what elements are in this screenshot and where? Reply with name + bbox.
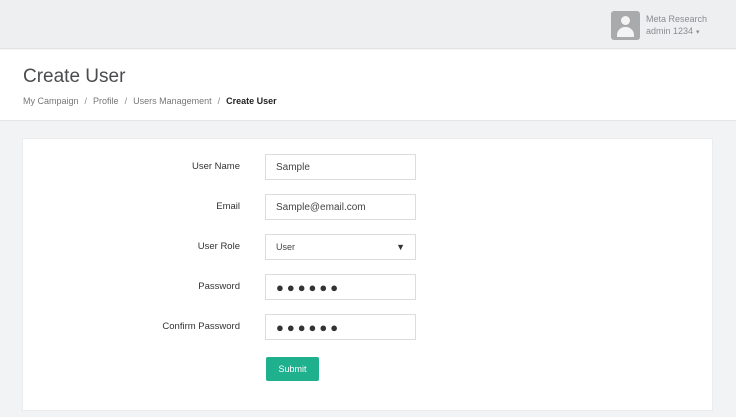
- breadcrumb-current: Create User: [226, 96, 277, 106]
- password-input[interactable]: ●●●●●●: [265, 274, 416, 300]
- username-row: User Name: [23, 154, 712, 180]
- password-label: Password: [198, 281, 240, 292]
- confirm-password-label: Confirm Password: [162, 321, 240, 332]
- confirm-password-row: Confirm Password ●●●●●●: [23, 314, 712, 340]
- caret-down-icon: ▾: [696, 28, 700, 36]
- breadcrumb-separator: /: [124, 96, 128, 106]
- page-title: Create User: [23, 66, 126, 87]
- submit-button[interactable]: Submit: [266, 357, 319, 381]
- breadcrumb: My Campaign / Profile / Users Management…: [23, 96, 277, 106]
- breadcrumb-my-campaign[interactable]: My Campaign: [23, 96, 79, 106]
- role-label: User Role: [197, 241, 240, 252]
- email-input[interactable]: [265, 194, 416, 220]
- create-user-form: User Name Email User Role User ▼ Passwor…: [22, 138, 713, 411]
- page-header: Create User My Campaign / Profile / User…: [0, 50, 736, 121]
- email-row: Email: [23, 194, 712, 220]
- org-name: Meta Research: [645, 13, 707, 24]
- email-label: Email: [216, 201, 240, 212]
- breadcrumb-users-management[interactable]: Users Management: [133, 96, 212, 106]
- dropdown-arrow-icon: ▼: [396, 242, 405, 252]
- confirm-password-input[interactable]: ●●●●●●: [265, 314, 416, 340]
- username-label: User Name: [191, 161, 240, 172]
- password-row: Password ●●●●●●: [23, 274, 712, 300]
- breadcrumb-profile[interactable]: Profile: [93, 96, 119, 106]
- role-row: User Role User ▼: [23, 234, 712, 260]
- username-input[interactable]: [265, 154, 416, 180]
- user-role-select[interactable]: User ▼: [265, 234, 416, 260]
- top-bar: Meta Research admin 1234 ▾: [0, 0, 736, 49]
- user-role-value: User: [276, 242, 296, 252]
- user-info: Meta Research admin 1234 ▾: [646, 13, 707, 39]
- user-name: admin 1234 ▾: [646, 25, 707, 39]
- user-avatar-icon: [610, 11, 640, 40]
- user-name-text: admin 1234: [645, 25, 694, 36]
- breadcrumb-separator: /: [84, 96, 88, 106]
- breadcrumb-separator: /: [217, 96, 221, 106]
- user-menu[interactable]: Meta Research admin 1234 ▾: [610, 11, 707, 40]
